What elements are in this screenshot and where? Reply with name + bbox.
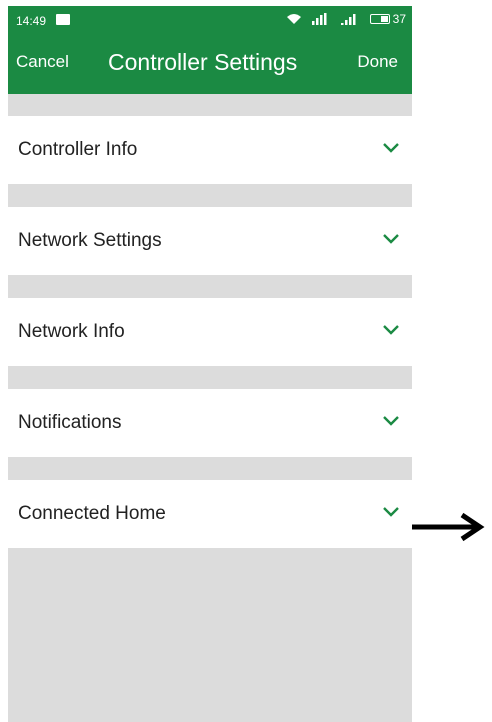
arrow-right-icon [410, 512, 488, 542]
battery-body [369, 14, 390, 24]
page-title: Controller Settings [108, 49, 298, 75]
signal-icon [340, 13, 362, 25]
phone-screen: 14:49 37 Cancel Controller Settings Done… [8, 6, 412, 722]
message-notification-icon [56, 14, 70, 25]
chevron-down-icon[interactable] [382, 324, 400, 335]
settings-item-label: Network Info [18, 321, 125, 342]
chevron-down-icon[interactable] [382, 506, 400, 517]
settings-item-notifications[interactable]: Notifications [8, 389, 412, 457]
app-bar: 14:49 37 Cancel Controller Settings Done [8, 6, 412, 94]
status-time: 14:49 [16, 14, 47, 28]
settings-item-label: Network Settings [18, 230, 162, 251]
done-button[interactable]: Done [357, 52, 398, 72]
status-icons: 37 [286, 12, 406, 26]
signal-4g-icon [310, 13, 332, 25]
status-bar: 14:49 37 [8, 6, 412, 34]
settings-item-connected-home[interactable]: Connected Home [8, 480, 412, 548]
battery-level: 37 [392, 12, 406, 26]
cancel-button[interactable]: Cancel [16, 52, 69, 72]
settings-item-label: Notifications [18, 412, 122, 433]
settings-item-network-info[interactable]: Network Info [8, 298, 412, 366]
chevron-down-icon[interactable] [382, 142, 400, 153]
settings-item-network-settings[interactable]: Network Settings [8, 207, 412, 275]
chevron-down-icon[interactable] [382, 415, 400, 426]
wifi-icon [286, 13, 302, 25]
settings-item-label: Connected Home [18, 503, 166, 524]
battery-fill [380, 16, 388, 22]
chevron-down-icon[interactable] [382, 233, 400, 244]
settings-item-controller-info[interactable]: Controller Info [8, 116, 412, 184]
battery-icon: 37 [369, 12, 406, 26]
settings-item-label: Controller Info [18, 139, 138, 160]
